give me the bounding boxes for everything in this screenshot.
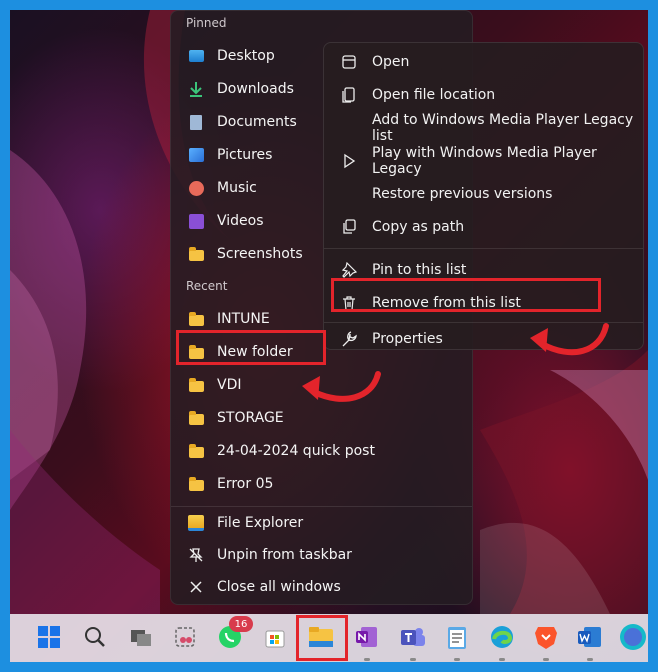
brave-icon[interactable]: [531, 622, 561, 652]
notification-badge: 16: [229, 616, 253, 632]
jumplist-item-label: Unpin from taskbar: [217, 547, 352, 563]
jumplist-item-label: Screenshots: [217, 246, 303, 262]
annotation-arrow: [302, 371, 381, 402]
jumplist-action-file-explorer[interactable]: File Explorer: [179, 508, 464, 538]
pictures-icon: [187, 146, 205, 164]
unpin-icon: [187, 546, 205, 564]
desktop-screen: Pinned Desktop Downloads Documents Pictu…: [10, 10, 648, 662]
teams-icon[interactable]: [398, 622, 428, 652]
menu-item-open[interactable]: Open: [330, 46, 637, 78]
videos-icon: [187, 212, 205, 230]
menu-item-label: Add to Windows Media Player Legacy list: [372, 112, 634, 144]
jumplist-item-label: Documents: [217, 114, 297, 130]
recent-header: Recent: [186, 279, 228, 293]
divider: [171, 506, 472, 507]
documents-icon: [187, 113, 205, 131]
menu-item-label: Open file location: [372, 87, 496, 103]
menu-item-label: Open: [372, 54, 410, 70]
jumplist-item-label: Pictures: [217, 147, 273, 163]
jumplist-item-label: 24-04-2024 quick post: [217, 443, 375, 459]
snipping-tool-icon[interactable]: [170, 622, 200, 652]
folder-icon: [187, 442, 205, 460]
canva-icon[interactable]: [618, 622, 648, 652]
copy-icon: [340, 218, 358, 236]
jumplist-item-label: Videos: [217, 213, 264, 229]
jumplist-item-recent[interactable]: 24-04-2024 quick post: [179, 436, 464, 466]
onenote-icon[interactable]: [352, 622, 382, 652]
file-location-icon: [340, 86, 358, 104]
menu-item-restore-previous-versions[interactable]: Restore previous versions: [330, 178, 637, 210]
jumplist-action-close-all[interactable]: Close all windows: [179, 572, 464, 602]
divider: [324, 248, 643, 249]
search-icon[interactable]: [80, 622, 110, 652]
highlight-box-remove-from-list: [331, 278, 601, 312]
annotation-arrow: [530, 323, 609, 356]
jumplist-item-label: Music: [217, 180, 257, 196]
whatsapp-icon[interactable]: 16: [215, 616, 253, 652]
download-icon: [187, 80, 205, 98]
menu-item-label: Play with Windows Media Player Legacy: [372, 145, 597, 177]
menu-item-label: Pin to this list: [372, 262, 467, 278]
running-indicator: [454, 658, 460, 661]
menu-item-add-to-wmp-list[interactable]: Add to Windows Media Player Legacy list: [330, 112, 637, 144]
menu-item-label: Properties: [372, 331, 443, 347]
pinned-header: Pinned: [186, 16, 227, 30]
folder-icon: [187, 310, 205, 328]
menu-item-label: Restore previous versions: [372, 186, 553, 202]
pin-icon: [340, 261, 358, 279]
menu-item-copy-as-path[interactable]: Copy as path: [330, 211, 637, 243]
desktop-icon: [187, 47, 205, 65]
menu-item-play-with-wmp[interactable]: Play with Windows Media Player Legacy: [330, 145, 637, 177]
highlight-box-new-folder: [176, 330, 326, 365]
jumplist-item-label: Error 05: [217, 476, 274, 492]
jumplist-action-unpin[interactable]: Unpin from taskbar: [179, 540, 464, 570]
wrench-icon: [340, 330, 358, 348]
jumplist-item-label: VDI: [217, 377, 242, 393]
running-indicator: [364, 658, 370, 661]
running-indicator: [410, 658, 416, 661]
notepad-icon[interactable]: [442, 622, 472, 652]
windows-start-icon[interactable]: [34, 622, 64, 652]
open-icon: [340, 53, 358, 71]
highlight-box-file-explorer: [296, 615, 348, 661]
jumplist-item-label: Downloads: [217, 81, 294, 97]
jumplist-item-label: INTUNE: [217, 311, 270, 327]
music-icon: [187, 179, 205, 197]
word-icon[interactable]: [575, 622, 605, 652]
folder-icon: [187, 475, 205, 493]
running-indicator: [587, 658, 593, 661]
folder-icon: [187, 245, 205, 263]
jumplist-item-label: Close all windows: [217, 579, 341, 595]
jumplist-item-label: STORAGE: [217, 410, 284, 426]
jumplist-item-recent[interactable]: Error 05: [179, 469, 464, 499]
menu-item-label: Copy as path: [372, 219, 465, 235]
running-indicator: [543, 658, 549, 661]
edge-icon[interactable]: [487, 622, 517, 652]
file-explorer-icon: [187, 514, 205, 532]
folder-icon: [187, 376, 205, 394]
task-view-icon[interactable]: [126, 622, 156, 652]
folder-icon: [187, 409, 205, 427]
play-icon: [340, 152, 358, 170]
jumplist-item-label: Desktop: [217, 48, 275, 64]
menu-item-open-file-location[interactable]: Open file location: [330, 79, 637, 111]
jumplist-item-label: File Explorer: [217, 515, 304, 531]
close-icon: [187, 578, 205, 596]
taskbar: 16: [10, 614, 648, 662]
running-indicator: [499, 658, 505, 661]
microsoft-store-icon[interactable]: [260, 622, 290, 652]
